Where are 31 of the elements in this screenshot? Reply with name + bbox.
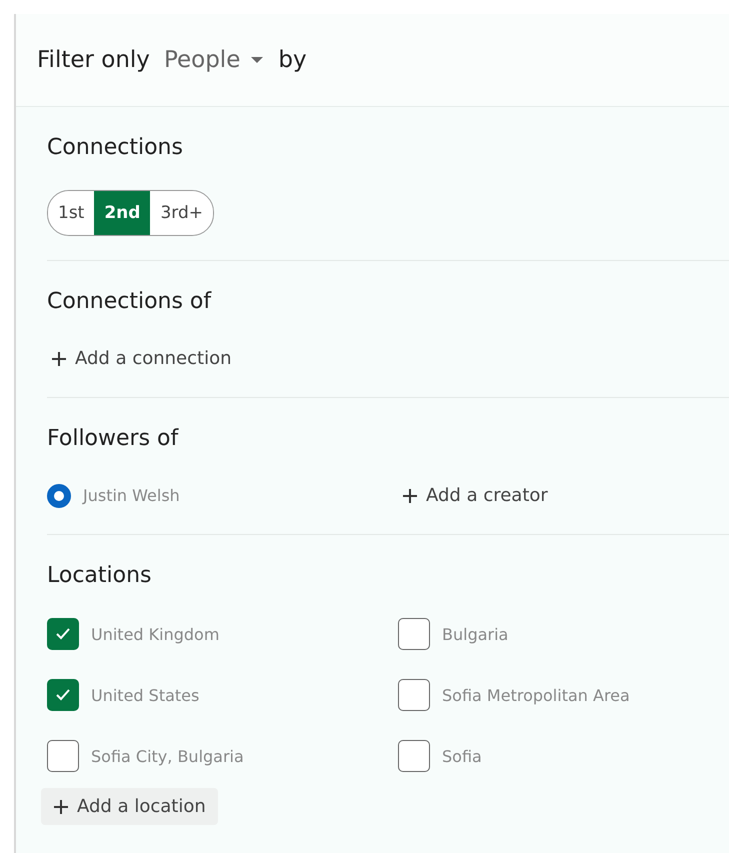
checkbox[interactable] bbox=[47, 618, 79, 650]
section-title: Connections of bbox=[47, 289, 212, 314]
radio-button[interactable] bbox=[47, 484, 71, 508]
location-name: United States bbox=[91, 686, 200, 704]
degree-option[interactable]: 2nd bbox=[94, 191, 150, 235]
add-creator-button[interactable]: Add a creator bbox=[398, 481, 729, 510]
by-label: by bbox=[278, 47, 307, 73]
location-name: Sofia City, Bulgaria bbox=[91, 746, 244, 766]
checkbox[interactable] bbox=[398, 740, 430, 772]
add-connection-button[interactable]: Add a connection bbox=[47, 344, 236, 373]
caret-icon bbox=[250, 56, 264, 64]
degree-option[interactable]: 1st bbox=[48, 191, 94, 235]
location-name: Sofia Metropolitan Area bbox=[442, 686, 630, 704]
add-location-button[interactable]: Add a location bbox=[41, 788, 218, 825]
people-dropdown[interactable]: People bbox=[164, 47, 264, 73]
filter-label: Filter only bbox=[37, 47, 150, 73]
location-name: United Kingdom bbox=[91, 624, 220, 644]
checkbox[interactable] bbox=[47, 679, 79, 711]
checkbox[interactable] bbox=[47, 740, 79, 772]
section-title: Connections bbox=[47, 135, 184, 160]
plus-icon bbox=[51, 350, 67, 366]
location-name: Bulgaria bbox=[442, 624, 508, 644]
section-title: Locations bbox=[47, 563, 153, 588]
plus-icon bbox=[53, 798, 69, 814]
location-name: Sofia bbox=[442, 746, 482, 766]
plus-icon bbox=[402, 488, 418, 504]
creator-name: Justin Welsh bbox=[83, 486, 180, 505]
degree-option[interactable]: 3rd+ bbox=[150, 191, 213, 235]
section-title: Followers of bbox=[47, 426, 180, 451]
checkbox[interactable] bbox=[398, 618, 430, 650]
checkbox[interactable] bbox=[398, 679, 430, 711]
